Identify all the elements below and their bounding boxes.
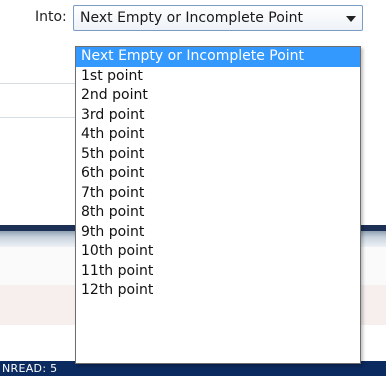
status-bar-text: NREAD: 5	[2, 362, 58, 375]
dropdown-option[interactable]: 1st point	[76, 67, 360, 87]
dropdown-option[interactable]: 10th point	[76, 242, 360, 262]
chevron-down-icon[interactable]	[346, 16, 356, 22]
dropdown-option[interactable]: 3rd point	[76, 106, 360, 126]
into-label: Into:	[35, 9, 67, 25]
divider	[0, 83, 75, 84]
dropdown-option[interactable]: Next Empty or Incomplete Point	[76, 47, 360, 67]
dropdown-option[interactable]: 8th point	[76, 203, 360, 223]
into-combobox[interactable]: Next Empty or Incomplete Point	[73, 5, 363, 31]
dropdown-option[interactable]: 11th point	[76, 262, 360, 282]
dropdown-option[interactable]: 7th point	[76, 184, 360, 204]
dropdown-option[interactable]: 9th point	[76, 223, 360, 243]
dropdown-option[interactable]: 6th point	[76, 164, 360, 184]
dropdown-option[interactable]: 4th point	[76, 125, 360, 145]
divider	[0, 117, 75, 118]
dropdown-option[interactable]: 2nd point	[76, 86, 360, 106]
combobox-selected-value: Next Empty or Incomplete Point	[80, 10, 304, 26]
into-dropdown-list[interactable]: Next Empty or Incomplete Point 1st point 2…	[75, 46, 361, 364]
dropdown-option[interactable]: 12th point	[76, 281, 360, 301]
dropdown-option[interactable]: 5th point	[76, 145, 360, 165]
